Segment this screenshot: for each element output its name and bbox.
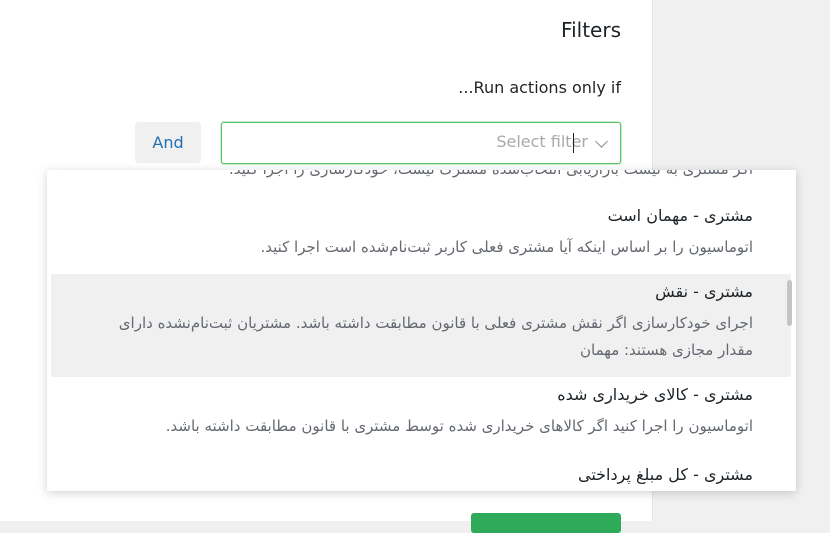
dropdown-option[interactable]: مشتری - مهمان است اتوماسیون را بر اساس ا… [51, 204, 791, 261]
option-title: مشتری - کالای خریداری شده [557, 385, 753, 404]
option-title: مشتری - مهمان است [607, 206, 753, 225]
run-actions-label: ...Run actions only if [458, 78, 621, 97]
filter-select[interactable]: Select filter [221, 122, 621, 164]
option-title: مشتری - نقش [655, 282, 753, 301]
text-cursor [573, 133, 574, 153]
and-button[interactable]: And [135, 122, 201, 163]
option-description: اتوماسیون را بر اساس اینکه آیا مشتری فعل… [260, 238, 753, 256]
chevron-down-icon[interactable] [595, 135, 608, 148]
filter-select-placeholder: Select filter [496, 132, 588, 151]
dropdown-option[interactable]: اگر مشتری به لیست بازاریابی انتخاب‌شده م… [51, 170, 791, 183]
filter-dropdown[interactable]: اگر مشتری به لیست بازاریابی انتخاب‌شده م… [47, 170, 796, 491]
option-description: اجرای خودکارسازی اگر نقش مشتری فعلی با ق… [118, 314, 753, 359]
panel-title: Filters [561, 18, 621, 42]
dropdown-option-highlighted[interactable]: مشتری - نقش اجرای خودکارسازی اگر نقش مشت… [51, 274, 791, 377]
save-button[interactable] [471, 513, 621, 533]
dropdown-option[interactable]: مشتری - کالای خریداری شده اتوماسیون را ا… [51, 383, 791, 440]
dropdown-option[interactable]: مشتری - کل مبلغ پرداختی [51, 463, 791, 487]
option-description: اگر مشتری به لیست بازاریابی انتخاب‌شده م… [101, 170, 753, 183]
option-title: مشتری - کل مبلغ پرداختی [578, 465, 753, 484]
option-description: اتوماسیون را اجرا کنید اگر کالاهای خریدا… [165, 417, 753, 435]
dropdown-scrollbar[interactable] [787, 280, 792, 326]
